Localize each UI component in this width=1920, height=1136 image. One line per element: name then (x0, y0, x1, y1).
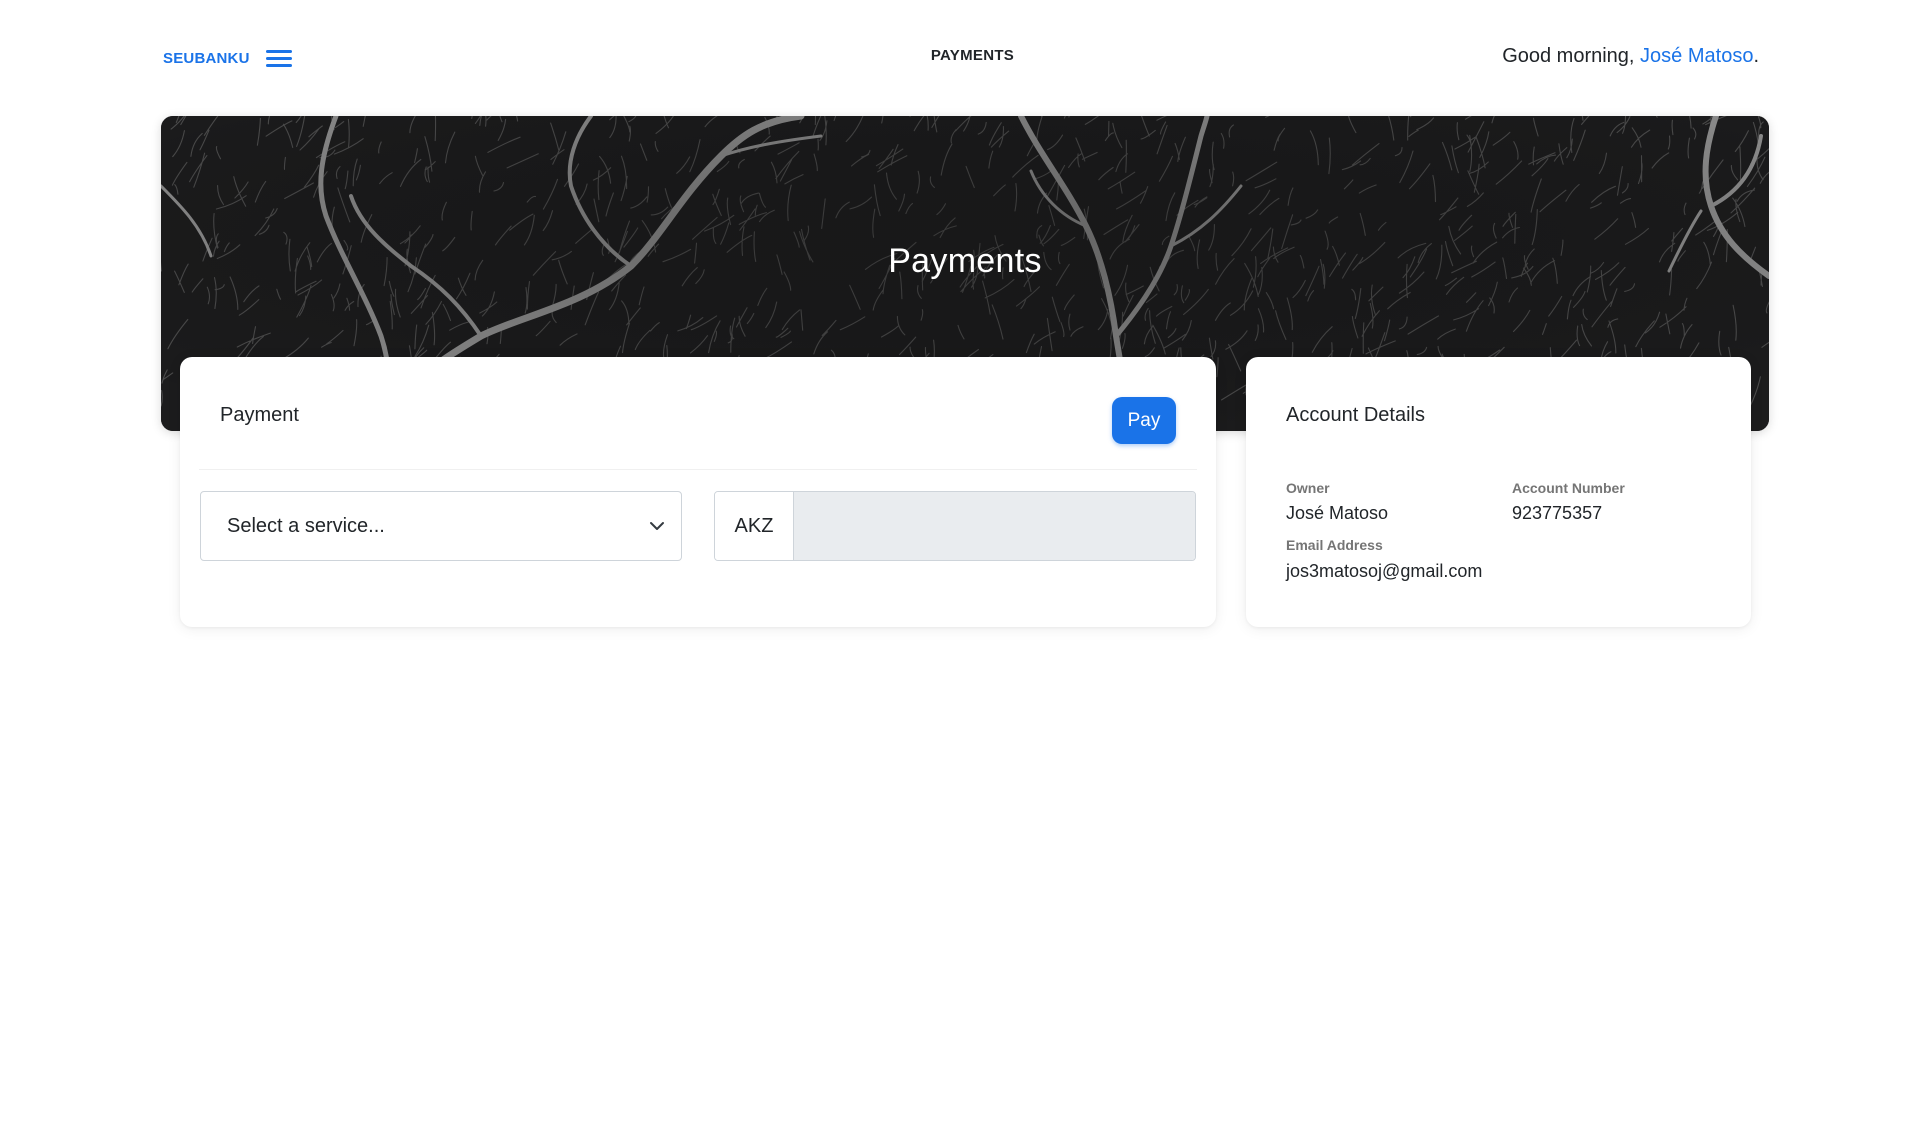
account-number-value: 923775357 (1512, 503, 1603, 523)
card-divider (199, 469, 1197, 470)
owner-value: José Matoso (1286, 503, 1389, 523)
amount-input-group: AKZ (714, 491, 1196, 561)
owner-label: Owner (1286, 480, 1330, 496)
payment-card: Payment Pay Select a service... AKZ (180, 357, 1216, 627)
account-number-label: Account Number (1512, 480, 1625, 496)
greeting: Good morning, José Matoso. (1502, 45, 1759, 68)
chevron-down-icon (650, 522, 664, 530)
account-details-card: Account Details Owner José Matoso Accoun… (1246, 357, 1751, 627)
service-select-value: Select a service... (227, 515, 385, 537)
amount-input[interactable] (794, 492, 1195, 560)
user-name-link[interactable]: José Matoso (1640, 45, 1753, 67)
currency-addon: AKZ (715, 492, 794, 560)
email-value: jos3matosoj@gmail.com (1286, 561, 1483, 581)
email-label: Email Address (1286, 537, 1383, 553)
account-card-title: Account Details (1286, 404, 1425, 426)
top-navbar: SEUBANKU PAYMENTS Good morning, José Mat… (0, 0, 1920, 112)
hero-title: Payments (888, 242, 1042, 280)
pay-button[interactable]: Pay (1112, 397, 1176, 444)
payment-card-title: Payment (220, 404, 299, 426)
greeting-prefix: Good morning, (1502, 45, 1641, 67)
service-select[interactable]: Select a service... (200, 491, 682, 561)
greeting-suffix: . (1753, 45, 1759, 67)
